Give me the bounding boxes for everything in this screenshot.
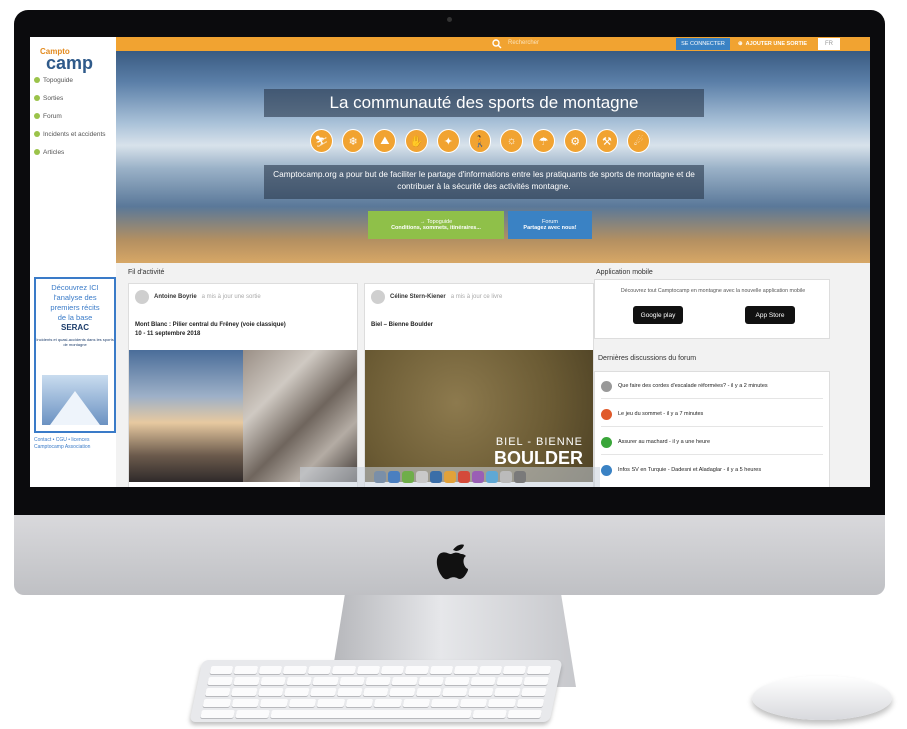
- feed-title: Fil d'activité: [128, 269, 165, 276]
- forum-icon: [34, 113, 40, 119]
- avatar: [601, 380, 612, 392]
- card-title[interactable]: Biel – Bienne Boulder: [371, 322, 433, 328]
- avatar: [601, 408, 612, 420]
- avatar: [601, 464, 612, 476]
- app-icon[interactable]: [472, 471, 484, 483]
- sidebar: Campto camp Topoguide Sorties Forum Inci…: [30, 37, 117, 487]
- app-icon[interactable]: [444, 471, 456, 483]
- mountain-biking-icon[interactable]: ⚙: [563, 129, 587, 153]
- sidebar-footer-links[interactable]: Contact • CGU • licences Camptocamp Asso…: [34, 437, 114, 451]
- snow-ice-mixed-icon[interactable]: ❄: [341, 129, 365, 153]
- sidebar-item-topoguide[interactable]: Topoguide: [34, 74, 114, 86]
- skitouring-icon[interactable]: ⛷: [310, 129, 333, 153]
- slacklining-icon[interactable]: ☄: [627, 129, 651, 153]
- card-title[interactable]: Mont Blanc : Pilier central du Frêney (v…: [135, 322, 286, 328]
- apple-logo-icon: [436, 544, 468, 580]
- app-icon[interactable]: [458, 471, 470, 483]
- hero-title: La communauté des sports de montagne: [329, 93, 639, 112]
- app-icon[interactable]: [430, 471, 442, 483]
- sidebar-item-articles[interactable]: Articles: [34, 146, 114, 158]
- card-date: 10 - 11 septembre 2018: [135, 331, 201, 337]
- feed-card-1[interactable]: Antoine Boyrie a mis à jour une sortie M…: [128, 283, 358, 487]
- app-store-button[interactable]: App Store: [745, 306, 795, 324]
- app-icon[interactable]: [402, 471, 414, 483]
- hiking-icon[interactable]: 🚶: [468, 129, 492, 153]
- app-icon[interactable]: [416, 471, 428, 483]
- trash-icon[interactable]: [514, 471, 526, 483]
- language-selector[interactable]: FR: [818, 38, 840, 50]
- sidebar-item-sorties[interactable]: Sorties: [34, 92, 114, 104]
- forum-section-title: Dernières discussions du forum: [598, 355, 697, 362]
- mont-blanc-photo[interactable]: [129, 350, 243, 482]
- search-icon[interactable]: [492, 39, 502, 49]
- forum-item[interactable]: Que faire des cordes d'escalade réformée…: [601, 374, 823, 399]
- mountain-climbing-icon[interactable]: ⛰: [373, 129, 397, 153]
- keyboard: [189, 660, 563, 722]
- sidebar-item-forum[interactable]: Forum: [34, 110, 114, 122]
- card-author: Céline Stern-Kiener a mis à jour ce livr…: [371, 290, 502, 304]
- serac-promo-banner[interactable]: Découvrez ICI l'analyse des premiers réc…: [34, 277, 116, 433]
- card-author: Antoine Boyrie a mis à jour une sortie: [135, 290, 261, 304]
- topoguide-button[interactable]: → Topoguide Conditions, sommets, itinéra…: [368, 211, 504, 239]
- feed-card-2[interactable]: Céline Stern-Kiener a mis à jour ce livr…: [364, 283, 594, 487]
- book-cover-image[interactable]: BIEL - BIENNE BOULDER: [365, 350, 593, 482]
- google-play-button[interactable]: Google play: [633, 306, 683, 324]
- finder-icon[interactable]: [374, 471, 386, 483]
- app-icon[interactable]: [486, 471, 498, 483]
- add-outing-button[interactable]: ⊕ AJOUTER UNE SORTIE: [738, 38, 814, 50]
- articles-icon: [34, 149, 40, 155]
- app-box: Découvrez tout Camptocamp en montagne av…: [594, 279, 830, 339]
- hero-banner: Rechercher SE CONNECTER ⊕ AJOUTER UNE SOR…: [116, 37, 870, 263]
- forum-discussions: Que faire des cordes d'escalade réformée…: [594, 371, 830, 487]
- hero-tagline: Camptocamp.org a pour but de faciliter l…: [273, 169, 695, 191]
- main-content: Fil d'activité Antoine Boyrie a mis à jo…: [116, 263, 870, 487]
- incidents-icon: [34, 131, 40, 137]
- avatar: [371, 290, 385, 304]
- forum-item[interactable]: Infos SV en Turquie - Dadesni et Aladagl…: [601, 458, 823, 482]
- promo-mountain-image: [42, 375, 108, 425]
- sport-icons-row: ⛷ ❄ ⛰ ✋ ✦ 🚶 ☼ ☂ ⚙ ⚒ ☄: [310, 129, 651, 153]
- ice-climbing-icon[interactable]: ✦: [436, 129, 460, 153]
- avatar: [601, 436, 612, 448]
- forum-item[interactable]: Le jeu du sommet - il y a 7 minutes: [601, 402, 823, 427]
- topoguide-icon: [34, 77, 40, 83]
- mouse: [752, 676, 892, 720]
- screen: Campto camp Topoguide Sorties Forum Inci…: [30, 37, 870, 487]
- via-ferrata-icon[interactable]: ⚒: [595, 129, 619, 153]
- safari-icon[interactable]: [388, 471, 400, 483]
- app-icon[interactable]: [500, 471, 512, 483]
- rock-climbing-icon[interactable]: ✋: [405, 129, 428, 153]
- app-title: Application mobile: [596, 269, 653, 276]
- mac-dock: [300, 467, 600, 487]
- snowshoeing-icon[interactable]: ☼: [500, 129, 524, 153]
- forum-button[interactable]: Forum Partagez avec nous!: [508, 211, 592, 239]
- camptocamp-logo[interactable]: Campto camp: [36, 41, 110, 75]
- forum-item[interactable]: Assurer au machard - il y a une heure: [601, 430, 823, 455]
- sidebar-item-incidents[interactable]: Incidents et accidents: [34, 128, 114, 140]
- webcam: [447, 17, 452, 22]
- search-input[interactable]: Rechercher: [508, 40, 539, 46]
- paragliding-icon[interactable]: ☂: [532, 129, 555, 153]
- connect-button[interactable]: SE CONNECTER: [676, 38, 730, 50]
- sorties-icon: [34, 95, 40, 101]
- plus-icon: ⊕: [738, 41, 743, 47]
- climber-photo[interactable]: [243, 350, 357, 482]
- avatar: [135, 290, 149, 304]
